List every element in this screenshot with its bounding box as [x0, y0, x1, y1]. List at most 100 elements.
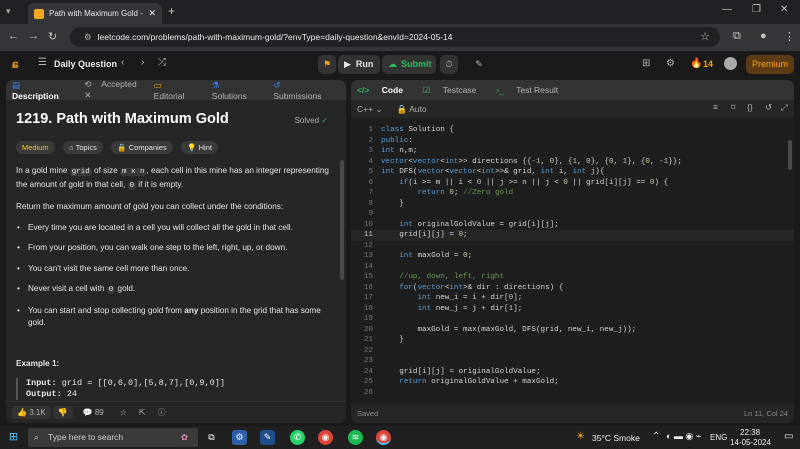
app-icon[interactable]: ✎	[260, 430, 275, 445]
companies-chip[interactable]: 🔒 Companies	[111, 141, 173, 154]
new-tab-icon[interactable]: +	[168, 4, 175, 18]
tab-editorial[interactable]: ▭ Editorial	[154, 80, 204, 101]
clock-date[interactable]: 14-05-2024	[730, 438, 771, 447]
tab-submissions[interactable]: ↺ Submissions	[273, 80, 338, 101]
streak-fire-icon[interactable]: 🔥	[690, 58, 702, 69]
restore-icon[interactable]: ❐	[752, 4, 761, 15]
submit-button[interactable]: ☁ Submit	[382, 55, 436, 74]
code-line[interactable]: 1 class Solution {	[351, 125, 794, 136]
language-select[interactable]: C++ ⌄	[357, 104, 383, 115]
editor-scrollbar[interactable]	[788, 140, 792, 170]
app-icon[interactable]: ⚙	[232, 430, 247, 445]
close-tab-icon[interactable]: ✕	[148, 8, 156, 19]
weather-text[interactable]: 35°C Smoke	[592, 433, 640, 443]
prev-problem-icon[interactable]: ‹	[121, 57, 124, 68]
tab-accepted[interactable]: ⟲ Accepted ✕	[84, 80, 145, 101]
code-line[interactable]: 14	[351, 262, 794, 273]
weather-icon[interactable]: ☀	[576, 431, 585, 442]
code-line[interactable]: 18 int new_j = j + dir[1];	[351, 304, 794, 315]
code-line[interactable]: 16 for(vector<int>& dir : directions) {	[351, 283, 794, 294]
tab-solutions[interactable]: ⚗ Solutions	[212, 80, 266, 101]
windows-start-icon[interactable]: ⊞	[6, 430, 21, 445]
comments-button[interactable]: 💬 89	[83, 408, 104, 417]
reset-icon[interactable]: ↺	[765, 102, 772, 113]
share-icon[interactable]: ⇱	[139, 408, 146, 417]
timer-button[interactable]: ⏱	[440, 55, 458, 74]
like-button[interactable]: 👍 3.1K	[12, 406, 51, 419]
chrome-active-icon[interactable]: ◉	[376, 430, 391, 445]
code-line[interactable]: 25 return originalGoldValue + maxGold;	[351, 377, 794, 388]
tab-testcase[interactable]: ☑ Testcase	[423, 85, 486, 96]
clock-time[interactable]: 22:38	[740, 428, 760, 437]
code-line[interactable]: 26	[351, 388, 794, 399]
code-line[interactable]: 6 if(i >= m || i < 0 || j >= n || j < 0 …	[351, 178, 794, 189]
close-window-icon[interactable]: ✕	[780, 4, 788, 15]
bookmark-icon[interactable]: ⌑	[731, 102, 735, 113]
bookmark-star-icon[interactable]: ☆	[700, 30, 710, 43]
tab-search-icon[interactable]: ▾	[6, 6, 18, 18]
code-line[interactable]: 10 int originalGoldValue = grid[i][j];	[351, 220, 794, 231]
taskbar-search-input[interactable]: ⌕ Type here to search ✿	[28, 428, 198, 447]
chrome-icon[interactable]: ◉	[318, 430, 333, 445]
site-info-icon[interactable]: ⚙	[84, 32, 92, 42]
shuffle-icon[interactable]: ⤮	[158, 57, 166, 68]
code-line[interactable]: 21 }	[351, 335, 794, 346]
debug-button[interactable]: ⚑	[318, 55, 336, 74]
braces-icon[interactable]: {}	[747, 102, 753, 112]
forward-icon[interactable]: →	[28, 30, 39, 42]
tab-test-result[interactable]: ›_ Test Result	[496, 85, 568, 95]
help-icon[interactable]: ⓘ	[158, 407, 166, 418]
code-line[interactable]: 13 int maxGold = 0;	[351, 251, 794, 262]
description-scrollbar[interactable]	[340, 160, 344, 280]
code-line[interactable]: 22	[351, 346, 794, 357]
settings-gear-icon[interactable]: ⚙	[666, 58, 675, 69]
minimize-icon[interactable]: —	[722, 4, 732, 15]
auto-mode-toggle[interactable]: 🔒 Auto	[397, 104, 427, 115]
code-line[interactable]: 8 }	[351, 199, 794, 210]
topics-chip[interactable]: ⌂ Topics	[63, 141, 103, 154]
code-line[interactable]: 11 grid[i][j] = 0;	[351, 230, 794, 241]
leetcode-logo-icon[interactable]: ɕ	[12, 57, 24, 71]
spotify-icon[interactable]: ≋	[348, 430, 363, 445]
tab-code[interactable]: </> Code	[357, 85, 413, 95]
tray-icons[interactable]: ◐ ▬ ◉ ⌁	[666, 431, 701, 442]
menu-icon[interactable]: ⋮	[784, 30, 795, 43]
browser-tab[interactable]: Path with Maximum Gold - Leetc ✕	[28, 3, 162, 24]
avatar[interactable]	[724, 57, 737, 70]
back-icon[interactable]: ←	[8, 30, 19, 42]
tab-description[interactable]: ▤ Description	[12, 80, 76, 101]
url-input[interactable]: ⚙ leetcode.com/problems/path-with-maximum…	[70, 27, 720, 47]
code-line[interactable]: 23	[351, 356, 794, 367]
notifications-icon[interactable]: ▭	[784, 431, 793, 442]
code-line[interactable]: 4 vector<vector<int>> directions {{-1, 0}…	[351, 157, 794, 168]
fullscreen-icon[interactable]: ⤢	[781, 102, 788, 113]
code-line[interactable]: 15 //up, down, left, right	[351, 272, 794, 283]
tray-chevron-up-icon[interactable]: ⌃	[652, 431, 660, 442]
task-view-icon[interactable]: ⧉	[204, 430, 219, 445]
code-line[interactable]: 2 public:	[351, 136, 794, 147]
reload-icon[interactable]: ↻	[48, 30, 57, 43]
problem-list-icon[interactable]: ☰	[38, 57, 47, 68]
code-line[interactable]: 17 int new_i = i + dir[0];	[351, 293, 794, 304]
daily-question-link[interactable]: Daily Question	[54, 59, 117, 69]
run-button[interactable]: ▶ Run	[338, 55, 380, 74]
code-editor[interactable]: 1 class Solution {2 public: 3 int n,m; 4 vecto…	[351, 120, 794, 400]
whatsapp-icon[interactable]: ✆	[290, 430, 305, 445]
code-line[interactable]: 20 maxGold = max(maxGold, DFS(grid, new_…	[351, 325, 794, 336]
favorite-star-icon[interactable]: ☆	[120, 408, 127, 417]
extensions-icon[interactable]: ⧉	[733, 30, 741, 43]
hint-chip[interactable]: 💡 Hint	[181, 141, 218, 154]
profile-icon[interactable]: ●	[760, 30, 767, 42]
code-line[interactable]: 3 int n,m;	[351, 146, 794, 157]
layout-grid-icon[interactable]: ⊞	[642, 58, 650, 69]
code-line[interactable]: 5 int DFS(vector<vector<int>>& grid, int …	[351, 167, 794, 178]
code-line[interactable]: 7 return 0; //Zero gold	[351, 188, 794, 199]
code-line[interactable]: 12	[351, 241, 794, 252]
code-line[interactable]: 24 grid[i][j] = originalGoldValue;	[351, 367, 794, 378]
code-line[interactable]: 19	[351, 314, 794, 325]
language-indicator[interactable]: ENG	[710, 433, 727, 442]
difficulty-chip[interactable]: Medium	[16, 141, 55, 154]
format-icon[interactable]: ≡	[713, 102, 718, 112]
dislike-button[interactable]: 👎	[52, 406, 73, 419]
next-problem-icon[interactable]: ›	[141, 57, 144, 68]
